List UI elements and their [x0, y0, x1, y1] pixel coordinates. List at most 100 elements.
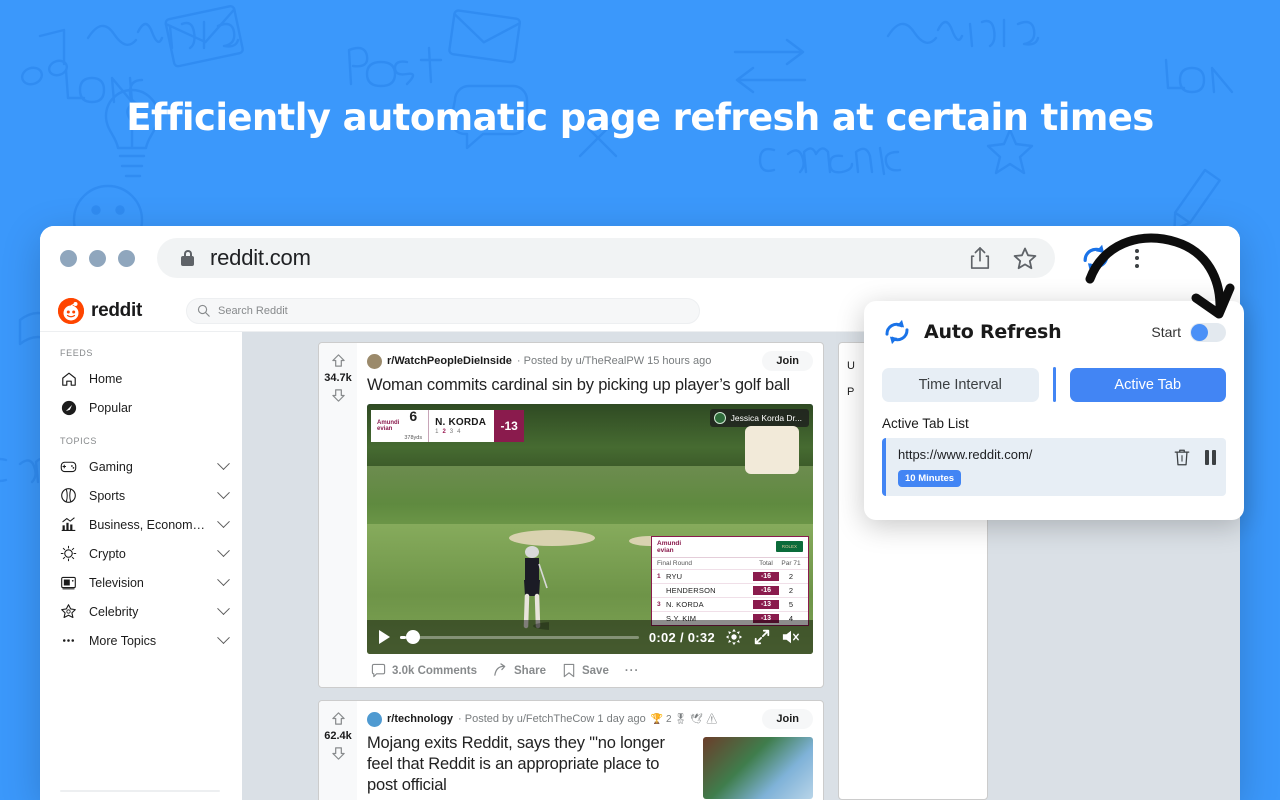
- settings-gear-icon[interactable]: [725, 628, 743, 646]
- leaderboard-position: 1: [657, 573, 661, 581]
- chevron-down-icon[interactable]: [217, 486, 230, 500]
- share-icon[interactable]: [969, 246, 991, 270]
- upvote-icon[interactable]: [331, 711, 346, 726]
- upvote-icon[interactable]: [331, 353, 346, 368]
- sidebar-item-gaming[interactable]: Gaming: [40, 452, 242, 481]
- scorebug-brand-line2: evian: [377, 426, 393, 433]
- tab-time-interval[interactable]: Time Interval: [882, 367, 1039, 402]
- chevron-down-icon[interactable]: [217, 457, 230, 471]
- address-bar-url: reddit.com: [210, 245, 311, 270]
- ellipsis-icon: [60, 632, 77, 649]
- video-player-name-chip: Jessica Korda Dr...: [709, 409, 809, 428]
- share-arrow-icon: [494, 663, 506, 676]
- reddit-search-input[interactable]: Search Reddit: [185, 297, 700, 324]
- post-more-action[interactable]: ···: [625, 665, 640, 677]
- leaderboard-brand-line2: evian: [657, 546, 674, 554]
- chevron-down-icon[interactable]: [217, 602, 230, 616]
- reddit-logo[interactable]: reddit: [58, 297, 142, 324]
- comment-icon: [371, 663, 386, 678]
- leaderboard-round: Final Round: [657, 560, 693, 568]
- chevron-down-icon[interactable]: [217, 544, 230, 558]
- chevron-down-icon[interactable]: [217, 631, 230, 645]
- join-button[interactable]: Join: [762, 351, 813, 371]
- comments-count: 3.0k Comments: [392, 664, 478, 677]
- leaderboard-sponsor: ROLEX: [775, 541, 803, 553]
- scrubber-handle[interactable]: [406, 630, 420, 645]
- active-tab-list-title: Active Tab List: [882, 416, 969, 431]
- fullscreen-icon[interactable]: [753, 628, 771, 646]
- player-chip-text: Jessica Korda Dr...: [730, 413, 802, 424]
- sidebar-item-business[interactable]: Business, Economics, a...: [40, 510, 242, 539]
- chevron-down-icon[interactable]: [217, 515, 230, 529]
- window-controls[interactable]: [60, 249, 135, 267]
- sidebar-topics-heading: TOPICS: [60, 436, 97, 446]
- video-progress-scrubber[interactable]: [400, 630, 639, 645]
- leaderboard-total: -16: [753, 586, 779, 596]
- downvote-icon[interactable]: [331, 388, 346, 403]
- vote-column: 62.4k: [319, 701, 357, 800]
- popup-tabs: Time Interval Active Tab: [882, 367, 1226, 402]
- kebab-menu-icon[interactable]: [1127, 243, 1147, 274]
- subreddit-name[interactable]: r/WatchPeopleDieInside: [387, 355, 512, 367]
- tab-separator: [1052, 367, 1056, 402]
- window-minimize-dot[interactable]: [89, 249, 106, 267]
- sidebar-item-label: Home: [89, 371, 123, 386]
- popup-title: Auto Refresh: [924, 321, 1062, 343]
- post-thumbnail[interactable]: [703, 737, 813, 800]
- sidebar-item-crypto[interactable]: Crypto: [40, 539, 242, 568]
- sidebar-item-label: Celebrity: [89, 604, 139, 619]
- vote-column: 34.7k: [319, 343, 357, 688]
- post-meta: · Posted by u/TheRealPW 15 hours ago: [516, 355, 712, 367]
- sidebar-item-label: Sports: [89, 488, 126, 503]
- window-close-dot[interactable]: [60, 249, 77, 267]
- leaderboard-col-par: Par 71: [781, 560, 801, 568]
- video-golfer: [523, 546, 549, 630]
- television-icon: [60, 574, 77, 591]
- address-bar[interactable]: reddit.com: [157, 238, 1055, 278]
- join-button[interactable]: Join: [762, 709, 813, 730]
- comments-action[interactable]: 3.0k Comments: [371, 663, 477, 678]
- downvote-icon[interactable]: [331, 746, 346, 761]
- subreddit-avatar: [367, 711, 382, 727]
- sidebar-item-popular[interactable]: Popular: [40, 393, 242, 422]
- subreddit-name[interactable]: r/technology: [387, 713, 453, 725]
- leaderboard-name: HENDERSON: [666, 586, 716, 596]
- start-toggle-group[interactable]: Start: [1151, 322, 1226, 342]
- toggle-knob: [1191, 323, 1208, 341]
- post-actions: 3.0k Comments Share Save ···: [357, 654, 823, 687]
- tab-active-tab[interactable]: Active Tab: [1069, 367, 1226, 402]
- mute-icon[interactable]: [781, 628, 801, 646]
- share-action[interactable]: Share: [493, 663, 546, 678]
- scorebug-yards: 378yds: [404, 435, 423, 442]
- post-card: 34.7k r/WatchPeopleDieInside · Posted by…: [318, 342, 824, 689]
- active-tab-list-item[interactable]: https://www.reddit.com/ 10 Minutes: [882, 438, 1226, 496]
- post-feed: 34.7k r/WatchPeopleDieInside · Posted by…: [318, 342, 824, 800]
- auto-refresh-extension-icon[interactable]: [1079, 241, 1113, 275]
- bookmark-star-icon[interactable]: [1013, 246, 1037, 270]
- leaderboard-row: HENDERSON -16 2: [652, 583, 808, 597]
- video-leaderboard: Amundi evian ROLEX Final Round Total Par…: [651, 535, 809, 627]
- post-video-player[interactable]: Amundi evian 6 378yds N. KORDA 1 2 3 4 -…: [367, 404, 813, 655]
- crypto-icon: [60, 545, 77, 562]
- auto-refresh-icon: [885, 319, 909, 345]
- trash-icon[interactable]: [1173, 448, 1191, 467]
- sidebar-item-more-topics[interactable]: More Topics: [40, 626, 242, 655]
- sidebar-item-television[interactable]: Television: [40, 568, 242, 597]
- window-maximize-dot[interactable]: [118, 249, 135, 267]
- leaderboard-total: -13: [753, 600, 779, 610]
- chevron-down-icon[interactable]: [217, 573, 230, 587]
- reddit-sidebar: FEEDS Home Popular TOPICS Gaming Sports …: [40, 332, 242, 800]
- post-title[interactable]: Woman commits cardinal sin by picking up…: [357, 373, 823, 404]
- video-timestamp: 0:02 / 0:32: [648, 629, 715, 645]
- lock-icon: [181, 250, 194, 266]
- pause-icon[interactable]: [1204, 450, 1216, 465]
- leaderboard-col-total: Total: [759, 560, 773, 568]
- sidebar-item-celebrity[interactable]: Celebrity: [40, 597, 242, 626]
- play-icon[interactable]: [379, 630, 390, 645]
- start-toggle[interactable]: [1190, 322, 1226, 342]
- sidebar-item-sports[interactable]: Sports: [40, 481, 242, 510]
- sidebar-feeds-heading: FEEDS: [60, 348, 94, 358]
- post-title[interactable]: Mojang exits Reddit, says they '"no long…: [357, 731, 703, 800]
- sidebar-item-home[interactable]: Home: [40, 364, 242, 393]
- save-action[interactable]: Save: [562, 663, 609, 678]
